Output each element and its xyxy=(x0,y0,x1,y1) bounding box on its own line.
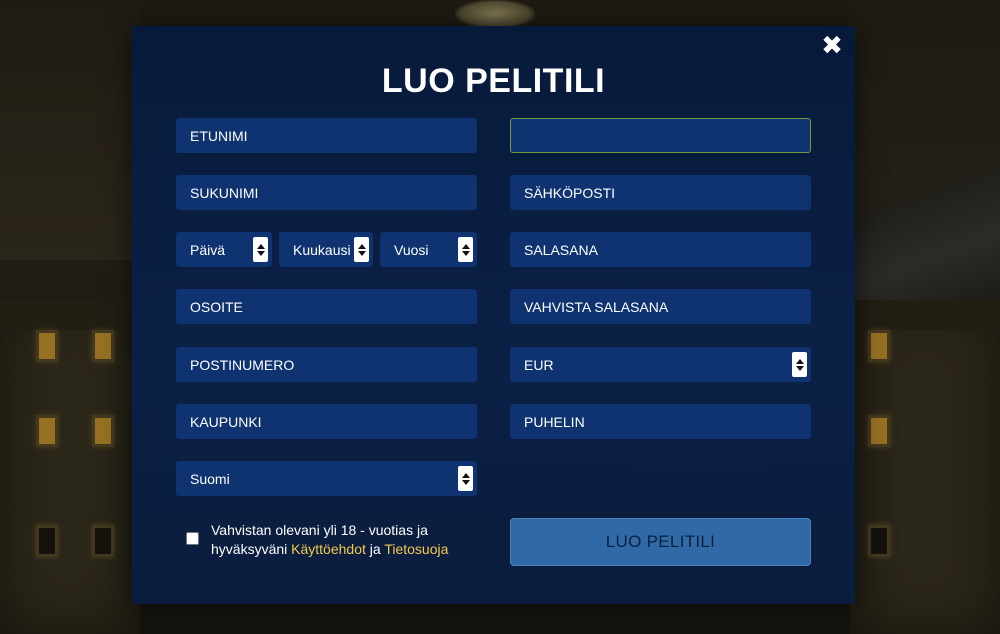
age-terms-consent: Vahvistan olevani yli 18 - vuotias ja hy… xyxy=(186,521,486,559)
consent-conjunction: ja xyxy=(365,541,385,557)
confirm-password-field[interactable]: VAHVISTA SALASANA xyxy=(510,289,811,324)
postal-code-field[interactable]: POSTINUMERO xyxy=(176,347,477,382)
currency-select[interactable]: EUR xyxy=(510,347,811,382)
spinner-icon xyxy=(253,237,268,262)
year-select-value: Vuosi xyxy=(394,241,429,258)
spinner-icon xyxy=(458,237,473,262)
address-field[interactable]: OSOITE xyxy=(176,289,477,324)
country-select[interactable]: Suomi xyxy=(176,461,477,496)
last-name-field[interactable]: SUKUNIMI xyxy=(176,175,477,210)
month-select-value: Kuukausi xyxy=(293,241,351,258)
consent-text: Vahvistan olevani yli 18 - vuotias ja hy… xyxy=(211,521,486,559)
terms-link[interactable]: Käyttöehdot xyxy=(291,541,366,557)
spinner-icon xyxy=(354,237,369,262)
create-account-button[interactable]: LUO PELITILI xyxy=(510,518,811,566)
password-field[interactable]: SALASANA xyxy=(510,232,811,267)
day-select[interactable]: Päivä xyxy=(176,232,272,267)
spinner-icon xyxy=(792,352,807,377)
city-field[interactable]: KAUPUNKI xyxy=(176,404,477,439)
consent-checkbox[interactable] xyxy=(186,532,199,545)
month-select[interactable]: Kuukausi xyxy=(279,232,373,267)
modal-title: LUO PELITILI xyxy=(381,62,606,100)
phone-field[interactable]: PUHELIN xyxy=(510,404,811,439)
close-icon[interactable]: ✖ xyxy=(821,32,843,58)
first-name-field[interactable]: ETUNIMI xyxy=(176,118,477,153)
privacy-link[interactable]: Tietosuoja xyxy=(384,541,448,557)
day-select-value: Päivä xyxy=(190,241,226,258)
registration-modal: ✖ LUO PELITILI ETUNIMI SUKUNIMI Päivä Ku… xyxy=(132,26,855,604)
currency-select-value: EUR xyxy=(524,356,554,373)
country-select-value: Suomi xyxy=(190,470,230,487)
email-field[interactable]: SÄHKÖPOSTI xyxy=(510,175,811,210)
year-select[interactable]: Vuosi xyxy=(380,232,477,267)
username-field[interactable] xyxy=(510,118,811,153)
spinner-icon xyxy=(458,466,473,491)
